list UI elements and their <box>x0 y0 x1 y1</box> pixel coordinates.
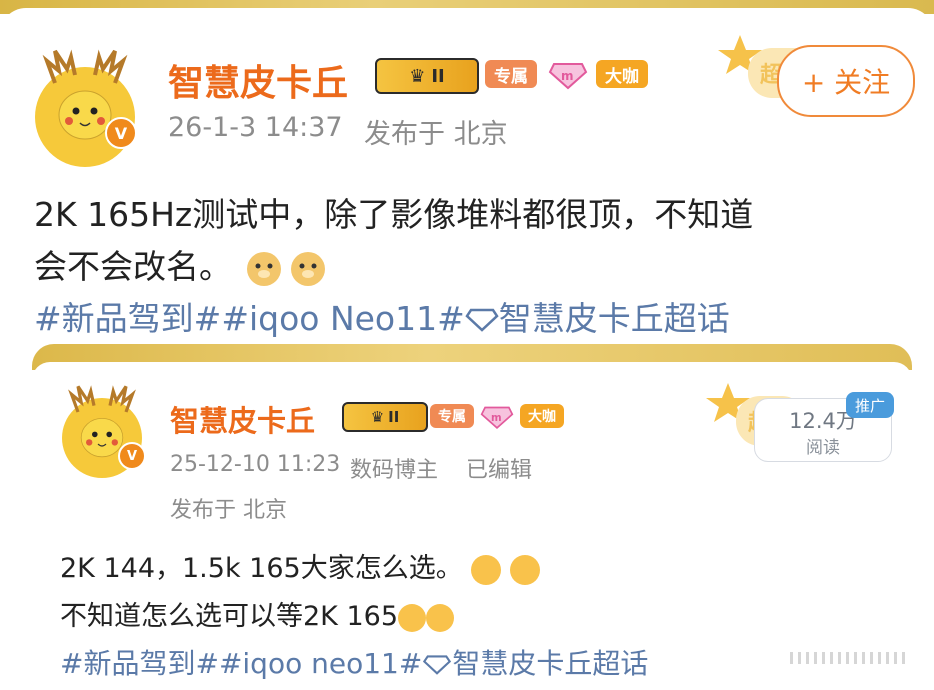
doge-emoji-icon <box>246 251 281 286</box>
level-badge: ♛ II <box>375 58 479 94</box>
repost-text-line1-label: 2K 144，1.5k 165大家怎么选。 <box>60 553 463 584</box>
repost-avatar[interactable]: V <box>62 385 146 478</box>
repost-exclusive-badge: 专属 <box>430 404 474 428</box>
verified-v-icon: V <box>105 117 137 149</box>
exclusive-badge: 专属 <box>485 60 537 88</box>
level-badge-label: II <box>431 65 445 87</box>
verified-v-icon: V <box>118 442 146 470</box>
repost-text-line2: 不知道怎么选可以等2K 165 <box>60 594 455 633</box>
crown-level-icon: ♛ <box>370 408 385 426</box>
post-timestamp: 26-1-3 14:37 <box>168 112 343 143</box>
diamond-pink-icon: m <box>480 402 514 430</box>
topic-link[interactable]: #iqoo neo11# <box>219 647 422 680</box>
repost-timestamp: 25-12-10 11:23 <box>170 452 341 477</box>
topic-link[interactable]: #iqoo Neo11# <box>221 299 464 338</box>
repost-text-line1: 2K 144，1.5k 165大家怎么选。 <box>60 546 540 585</box>
repost-text-line2-label: 不知道怎么选可以等2K 165 <box>60 601 399 632</box>
scroll-indicator <box>790 652 910 664</box>
post-location: 发布于 北京 <box>364 119 508 150</box>
username[interactable]: 智慧皮卡丘 <box>168 54 348 106</box>
repost-location: 发布于 北京 <box>170 498 287 523</box>
drool-emoji-icon <box>471 554 502 585</box>
post-text-line2-label: 会不会改名。 <box>34 247 232 286</box>
repost-vip-badge: 大咖 <box>520 404 564 428</box>
topic-link[interactable]: #新品驾到# <box>34 299 221 338</box>
repost-username[interactable]: 智慧皮卡丘 <box>170 398 315 440</box>
drool-emoji-icon <box>509 554 540 585</box>
super-topic-link[interactable]: 智慧皮卡丘超话 <box>452 647 648 680</box>
svg-text:m: m <box>491 413 502 424</box>
doge-emoji-icon <box>291 251 325 286</box>
topic-link[interactable]: #新品驾到# <box>60 647 219 680</box>
post-topics: #新品驾到##iqoo Neo11# 智慧皮卡丘超话 <box>34 292 730 340</box>
diamond-topic-icon <box>465 301 499 340</box>
repost-edited: 已编辑 <box>466 458 533 483</box>
svg-text:m: m <box>561 69 574 83</box>
avatar[interactable]: V <box>35 49 137 167</box>
vip-badge: 大咖 <box>596 60 648 88</box>
repost-level-badge: ♛ II <box>342 402 428 432</box>
super-topic-link[interactable]: 智慧皮卡丘超话 <box>499 299 730 338</box>
diamond-topic-icon <box>422 649 452 682</box>
promo-tag: 推广 <box>846 392 894 418</box>
shy-emoji-icon <box>426 603 455 632</box>
repost-role: 数码博主 <box>350 458 439 483</box>
follow-button[interactable]: + 关注 <box>777 45 915 117</box>
crown-level-icon: ♛ <box>409 65 426 87</box>
read-label: 阅读 <box>806 438 840 458</box>
shy-emoji-icon <box>398 603 427 632</box>
post-text-line2: 会不会改名。 <box>34 240 325 288</box>
repost-level-badge-label: II <box>388 408 400 426</box>
follow-label: + 关注 <box>801 66 891 99</box>
diamond-pink-icon: m <box>548 58 588 90</box>
repost-topics: #新品驾到##iqoo neo11# 智慧皮卡丘超话 <box>60 642 648 682</box>
post-text-line1: 2K 165Hz测试中，除了影像堆料都很顶，不知道 <box>34 195 754 234</box>
